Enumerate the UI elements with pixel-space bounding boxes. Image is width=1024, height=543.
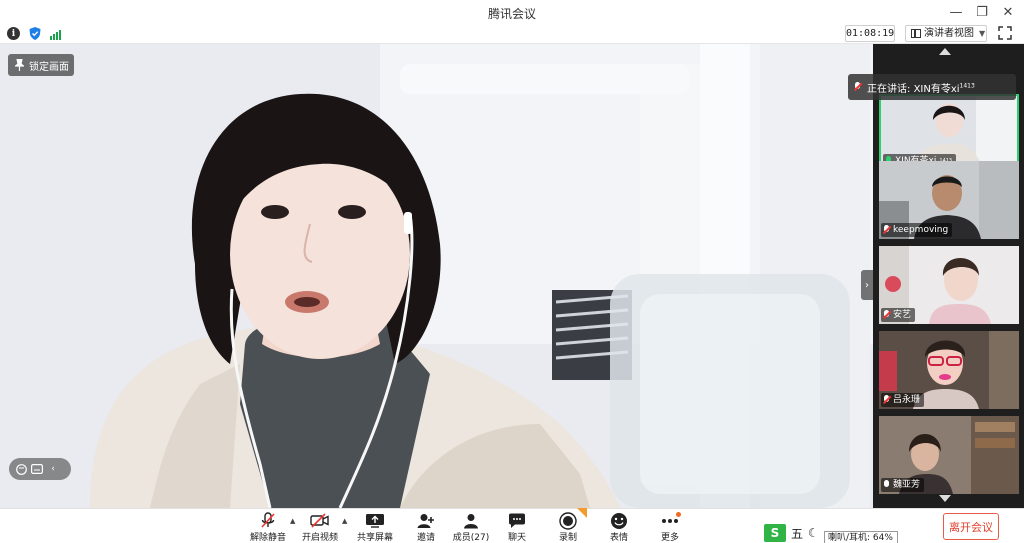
reaction-button[interactable]: 表情: [597, 512, 641, 543]
mic-icon: [883, 480, 890, 490]
mic-muted-icon: [883, 225, 890, 235]
record-label: 录制: [558, 533, 577, 543]
moon-icon: ☾: [808, 526, 819, 540]
speaking-name-sup: 1413: [959, 82, 975, 90]
meeting-timer: 01:08:19: [845, 25, 895, 42]
participant-name-tag: keepmoving: [881, 223, 953, 237]
record-button[interactable]: 录制: [546, 508, 590, 543]
more-dots-icon: [662, 518, 678, 523]
unmute-label: 解除静音: [249, 533, 286, 543]
speaker-view-icon: [911, 29, 921, 38]
mic-muted-icon: [883, 310, 890, 320]
chat-button[interactable]: 聊天: [495, 512, 539, 543]
more-label: 更多: [660, 533, 679, 543]
speaker-video-frame: [0, 44, 873, 508]
members-label: 成员(27): [452, 533, 490, 543]
chevron-down-icon: ▼: [979, 29, 986, 38]
participant-name-tag: 安艺: [881, 308, 916, 322]
lock-view-button[interactable]: 锁定画面: [8, 54, 74, 76]
restore-icon[interactable]: ❐: [972, 2, 992, 22]
speaking-name: XIN有苓xi: [913, 83, 960, 95]
start-video-label: 开启视频: [301, 533, 338, 543]
mic-muted-icon: [883, 395, 890, 405]
participant-name: 魏亚芳: [893, 480, 921, 490]
scroll-down-icon[interactable]: [939, 495, 951, 502]
subtitle-icon[interactable]: [31, 463, 43, 475]
pin-icon: [15, 59, 24, 71]
lock-view-label: 锁定画面: [29, 61, 69, 73]
minimize-icon[interactable]: —: [946, 2, 966, 22]
unmute-button[interactable]: 解除静音: [246, 512, 290, 543]
meeting-toolbar: 解除静音 ▲ 开启视频 ▲ 共享屏幕 邀请 成员(27) 聊天 录制 表情 更多…: [0, 508, 1024, 543]
chat-icon: [509, 513, 525, 528]
scroll-up-icon[interactable]: [939, 48, 951, 55]
title-bar: 腾讯会议 — ❐ ✕: [0, 0, 1024, 24]
video-quick-tools: ‹: [9, 458, 71, 480]
close-icon[interactable]: ✕: [998, 2, 1018, 22]
collapse-chevron-icon[interactable]: ‹: [47, 463, 59, 475]
main-speaker-video[interactable]: 锁定画面 ‹ ›: [0, 44, 873, 508]
add-user-icon: [417, 513, 434, 528]
participant-tile[interactable]: 吕永珊: [879, 331, 1019, 409]
members-icon: [464, 513, 478, 528]
window-controls: — ❐ ✕: [946, 2, 1018, 22]
shield-icon[interactable]: [29, 27, 41, 40]
share-screen-button[interactable]: 共享屏幕: [353, 512, 397, 543]
participant-name: 吕永珊: [893, 395, 921, 405]
record-icon: [559, 511, 577, 530]
participant-gallery: XIN有苓xi1413 keepmoving 安艺: [873, 44, 1024, 508]
invite-button[interactable]: 邀请: [404, 512, 448, 543]
active-speaker-tooltip: 正在讲话: XIN有苓xi1413: [848, 74, 1016, 100]
sogou-ime-logo-icon: S: [764, 524, 786, 542]
view-mode-label: 演讲者视图: [924, 28, 974, 39]
start-video-button[interactable]: 开启视频: [298, 512, 342, 543]
reaction-label: 表情: [609, 533, 628, 543]
video-options-caret-icon[interactable]: ▲: [342, 517, 347, 525]
more-button[interactable]: 更多: [648, 512, 692, 543]
smiley-icon: [611, 512, 627, 529]
share-screen-icon: [366, 514, 384, 528]
invite-label: 邀请: [416, 533, 435, 543]
view-mode-dropdown[interactable]: 演讲者视图 ▼: [905, 25, 987, 42]
speaking-prefix: 正在讲话:: [867, 83, 914, 95]
ime-toolbar[interactable]: S 五 ☾: [764, 523, 819, 543]
ime-mode-char: 五: [791, 526, 804, 541]
toggle-gallery-button[interactable]: ›: [861, 270, 873, 300]
mic-muted-icon: [261, 512, 275, 528]
participant-name-tag: 吕永珊: [881, 393, 925, 407]
meeting-info-bar: i 01:08:19 演讲者视图 ▼: [0, 24, 1024, 44]
audio-options-caret-icon[interactable]: ▲: [290, 517, 295, 525]
camera-off-icon: [310, 513, 329, 528]
participant-tile[interactable]: 安艺: [879, 246, 1019, 324]
face-beauty-icon[interactable]: [15, 463, 27, 475]
chat-label: 聊天: [507, 533, 526, 543]
share-screen-label: 共享屏幕: [356, 533, 393, 543]
participant-name: keepmoving: [893, 225, 949, 235]
speaker-mic-icon: [854, 82, 861, 92]
participant-name-tag: 魏亚芳: [881, 478, 925, 492]
record-badge-icon: [577, 508, 587, 518]
chevron-right-icon: ›: [865, 279, 869, 291]
fullscreen-icon[interactable]: [998, 26, 1012, 40]
notification-dot-icon: [676, 512, 681, 517]
participant-tile[interactable]: 魏亚芳: [879, 416, 1019, 494]
info-icon[interactable]: i: [7, 27, 20, 40]
participant-name: 安艺: [893, 310, 912, 320]
participant-tile[interactable]: keepmoving: [879, 161, 1019, 239]
volume-tooltip: 喇叭/耳机: 64%: [824, 531, 898, 543]
leave-meeting-button[interactable]: 离开会议: [943, 513, 999, 540]
members-button[interactable]: 成员(27): [449, 512, 493, 543]
window-title: 腾讯会议: [487, 7, 536, 21]
signal-strength-icon[interactable]: [50, 28, 61, 40]
